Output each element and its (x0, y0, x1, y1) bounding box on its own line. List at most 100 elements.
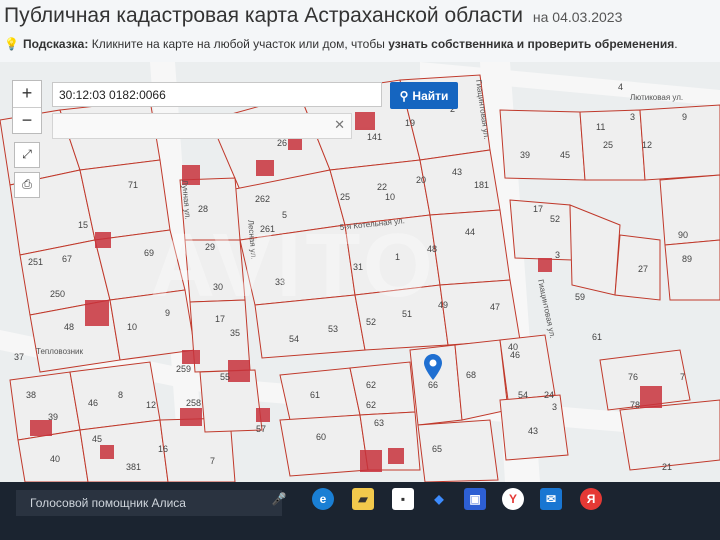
plot-label: 7 (210, 456, 215, 466)
plot-label: 33 (275, 277, 285, 287)
files-icon[interactable]: ▰ (352, 488, 374, 510)
plot-label: 22 (377, 182, 387, 192)
plot-label: 259 (176, 364, 191, 374)
edge-icon[interactable]: e (312, 488, 334, 510)
plot-label: 10 (385, 192, 395, 202)
title-date: на 04.03.2023 (532, 9, 623, 25)
header: Публичная кадастровая карта Астраханской… (0, 0, 720, 62)
plot-label: 62 (366, 400, 376, 410)
hint-text: Кликните на карте на любой участок или д… (91, 37, 385, 51)
plot-label: 43 (452, 167, 462, 177)
search-button[interactable]: ⚲ Найти (390, 82, 458, 109)
page-title: Публичная кадастровая карта Астраханской… (4, 4, 622, 28)
microphone-icon[interactable]: 🎤 (268, 488, 290, 510)
plot-label: 1 (395, 252, 400, 262)
plot-label: 51 (402, 309, 412, 319)
plot-label: 39 (48, 412, 58, 422)
hint-label: Подсказка: (22, 37, 89, 51)
plot-label: 7 (680, 372, 685, 382)
expand-icon[interactable]: ⤢ (14, 142, 40, 168)
plot-label: 90 (678, 230, 688, 240)
plot-label: 25 (340, 192, 350, 202)
plot-label: 30 (213, 282, 223, 292)
plot-label: 52 (550, 214, 560, 224)
plot-label: 69 (144, 248, 154, 258)
plot-label: 61 (310, 390, 320, 400)
photos-icon[interactable]: ▣ (464, 488, 486, 510)
street-label: Гиацинтовая ул. (536, 279, 557, 340)
hint-end: . (674, 37, 678, 51)
plot-label: 38 (26, 390, 36, 400)
plot-label: 250 (50, 289, 65, 299)
plot-label: 20 (416, 175, 426, 185)
search-result-row[interactable]: ✕ (52, 113, 352, 139)
plot-label: 21 (662, 462, 672, 472)
plot-label: 4 (618, 82, 623, 92)
lightbulb-icon: 💡 (4, 37, 19, 51)
plot-label: 15 (78, 220, 88, 230)
plot-label: 71 (128, 180, 138, 190)
plot-label: 8 (118, 390, 123, 400)
plot-label: 251 (28, 257, 43, 267)
plot-label: 48 (64, 322, 74, 332)
plot-label: 55 (220, 372, 230, 382)
plot-label: 59 (575, 292, 585, 302)
plot-label: 10 (127, 322, 137, 332)
yandex-icon[interactable]: Y (502, 488, 524, 510)
app-icon[interactable]: ▪ (392, 488, 414, 510)
plot-label: 9 (682, 112, 687, 122)
plot-label: 3 (630, 112, 635, 122)
plot-label: 24 (544, 390, 554, 400)
plot-label: 45 (560, 150, 570, 160)
plot-label: 78 (630, 400, 640, 410)
plot-label: 68 (466, 370, 476, 380)
title-text: Публичная кадастровая карта Астраханской… (4, 4, 524, 27)
plot-label: 35 (230, 328, 240, 338)
plot-label: 262 (255, 194, 270, 204)
plot-label: 61 (592, 332, 602, 342)
plot-label: 46 (88, 398, 98, 408)
plot-label: 40 (508, 342, 518, 352)
plot-label: 37 (14, 352, 24, 362)
plot-label: 11 (596, 122, 605, 132)
plot-label: 17 (215, 314, 225, 324)
plot-label: 47 (490, 302, 500, 312)
plot-label: 181 (474, 180, 489, 190)
plot-label: 17 (533, 204, 543, 214)
plot-label: 62 (366, 380, 376, 390)
plot-label: 261 (260, 224, 275, 234)
cadastral-search-input[interactable]: 30:12:03 0182:0066 (52, 82, 382, 107)
plot-label: 29 (205, 242, 215, 252)
plot-label: 60 (316, 432, 326, 442)
plot-label: 63 (374, 418, 384, 428)
map-pin-icon[interactable] (424, 354, 442, 385)
zoom-out-button[interactable]: − (13, 108, 41, 134)
plot-label: 39 (520, 150, 530, 160)
hint-bold: узнать собственника и проверить обремене… (388, 37, 675, 51)
plot-label: 49 (438, 300, 448, 310)
zoom-in-button[interactable]: + (13, 81, 41, 108)
plot-label: 53 (328, 324, 338, 334)
voice-assistant-search[interactable]: Голосовой помощник Алиса (16, 490, 282, 516)
plot-label: 65 (432, 444, 442, 454)
plot-label: 52 (366, 317, 376, 327)
plot-label: 12 (642, 140, 652, 150)
plot-label: 54 (289, 334, 299, 344)
plot-label: 44 (465, 227, 475, 237)
plot-label: 12 (146, 400, 156, 410)
plot-label: 27 (638, 264, 648, 274)
plot-label: 67 (62, 254, 72, 264)
plot-label: 26 (277, 138, 287, 148)
plot-label: 89 (682, 254, 692, 264)
mail-icon[interactable]: ✉ (540, 488, 562, 510)
hint: 💡 Подсказка: Кликните на карте на любой у… (4, 37, 678, 51)
plot-label: 258 (186, 398, 201, 408)
plot-label: 5 (282, 210, 287, 220)
plot-label: 3 (552, 402, 557, 412)
plot-label: 57 (256, 424, 266, 434)
plot-label: 54 (518, 390, 528, 400)
printer-icon[interactable]: ⎙ (14, 172, 40, 198)
dropbox-icon[interactable]: ◆ (428, 488, 450, 510)
close-icon[interactable]: ✕ (334, 117, 345, 133)
yandex-browser-icon[interactable]: Я (580, 488, 602, 510)
